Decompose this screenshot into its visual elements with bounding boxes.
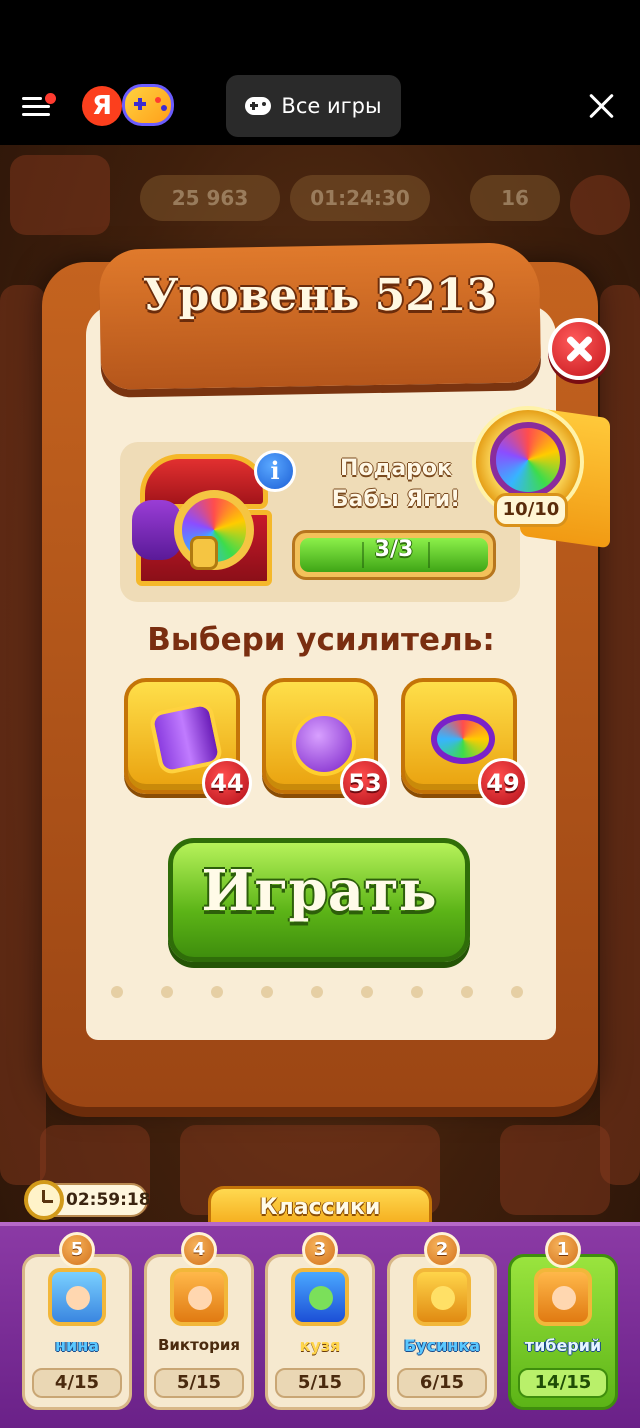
paper-scallop [342, 986, 392, 1040]
background-settings-icon [570, 175, 630, 235]
booster-count-badge: 44 [202, 758, 252, 808]
avatar [170, 1268, 228, 1326]
gift-progress-text: 3/3 [374, 537, 414, 562]
background-decoration [10, 155, 110, 235]
menu-icon[interactable] [22, 93, 56, 119]
background-coins-counter: 25 963 [140, 175, 280, 221]
avatar [534, 1268, 592, 1326]
player-score: 4/15 [32, 1368, 122, 1398]
player-score: 5/15 [154, 1368, 244, 1398]
booster-count-badge: 53 [340, 758, 390, 808]
yandex-games-logo-icon[interactable] [122, 84, 174, 126]
play-button-label[interactable]: Играть [168, 858, 470, 924]
background-decoration [500, 1125, 610, 1215]
booster-count-badge: 49 [478, 758, 528, 808]
paper-scallop [492, 986, 542, 1040]
player-name: Виктория [157, 1336, 240, 1354]
paper-scallop [142, 986, 192, 1040]
choose-booster-label: Выбери усилитель: [147, 622, 495, 658]
close-modal-button[interactable] [548, 318, 610, 380]
player-name: тиберий [524, 1336, 602, 1355]
paper-scallop [442, 986, 492, 1040]
player-name: Бусинка [403, 1336, 481, 1355]
yandex-logo[interactable]: Я [82, 86, 122, 126]
level-title: Уровень 5213 [142, 270, 498, 321]
rank-badge: 4 [181, 1232, 217, 1268]
avatar [291, 1268, 349, 1326]
rank-badge: 5 [59, 1232, 95, 1268]
paper-scallop [242, 986, 292, 1040]
yandex-games-top-bar: Я Все игры [0, 0, 640, 145]
info-icon[interactable]: i [254, 450, 296, 492]
all-games-button[interactable]: Все игры [226, 75, 401, 137]
close-game-icon[interactable] [588, 92, 616, 120]
rank-badge: 2 [424, 1232, 460, 1268]
wheel-count-badge: 10/10 [494, 493, 568, 527]
paper-scallop [92, 986, 142, 1040]
player-name: нина [54, 1336, 100, 1355]
gamepad-icon [245, 97, 272, 115]
treasure-chest-icon [132, 450, 274, 588]
all-games-label: Все игры [281, 94, 382, 118]
avatar [48, 1268, 106, 1326]
gift-title-line2: Бабы Яги! [331, 487, 461, 512]
gift-title-line1: Подарок [340, 456, 452, 481]
avatar [413, 1268, 471, 1326]
gift-title: Подарок Бабы Яги! [308, 453, 484, 515]
background-stars-counter: 16 [470, 175, 560, 221]
background-decoration [0, 285, 46, 1185]
paper-scallop [292, 986, 342, 1040]
player-score: 14/15 [518, 1368, 608, 1398]
rank-badge: 1 [545, 1232, 581, 1268]
notification-dot-icon [45, 93, 56, 104]
rank-badge: 3 [302, 1232, 338, 1268]
paper-scallop [392, 986, 442, 1040]
player-name: кузя [299, 1336, 341, 1355]
player-score: 5/15 [275, 1368, 365, 1398]
stopwatch-icon [24, 1180, 64, 1220]
background-lives-timer: 01:24:30 [290, 175, 430, 221]
paper-scallop [192, 986, 242, 1040]
player-score: 6/15 [397, 1368, 487, 1398]
spinning-top-booster-icon [431, 714, 495, 764]
